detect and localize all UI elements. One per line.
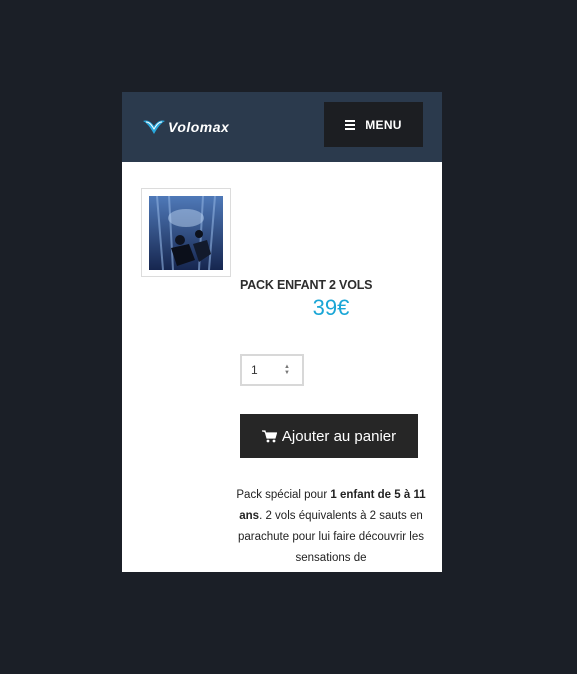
volomax-logo-icon (143, 120, 165, 134)
add-to-cart-label: Ajouter au panier (281, 427, 397, 445)
quantity-stepper[interactable]: 1 ▲ ▼ (240, 354, 304, 386)
menu-label: MENU (365, 117, 402, 132)
hamburger-icon (345, 118, 356, 132)
product-thumbnail[interactable] (141, 188, 231, 277)
description-text-2: . 2 vols équivalents à 2 sauts en parach… (237, 510, 425, 564)
description-text-1: Pack spécial pour (236, 489, 331, 501)
site-logo[interactable]: Volomax (142, 117, 229, 137)
add-to-cart-button[interactable]: Ajouter au panier (240, 414, 418, 458)
logo-text: Volomax (168, 119, 230, 135)
quantity-value: 1 (251, 363, 258, 377)
site-header: Volomax MENU (122, 92, 442, 162)
menu-button[interactable]: MENU (324, 102, 423, 147)
spinner-arrows-icon[interactable]: ▲ ▼ (284, 364, 290, 376)
shopping-cart-icon (261, 429, 277, 442)
product-price: 39€ (312, 295, 350, 320)
product-title: PACK ENFANT 2 VOLS (240, 278, 373, 292)
indoor-skydiving-photo (149, 196, 223, 270)
product-description: Pack spécial pour 1 enfant de 5 à 11 ans… (236, 485, 426, 569)
mobile-viewport: Volomax MENU PACK ENFANT 2 VOLS 39€ 1 ▲ … (122, 92, 442, 572)
